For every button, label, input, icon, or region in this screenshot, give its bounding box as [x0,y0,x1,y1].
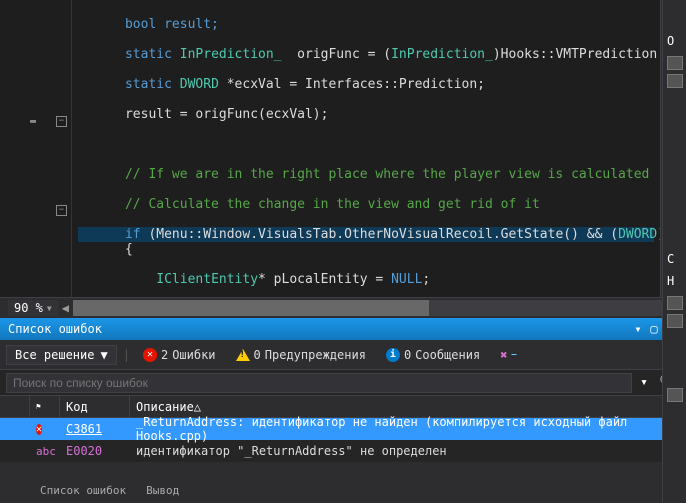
collapsed-panel-icon[interactable] [667,296,683,310]
zoom-value: 90 % [14,301,43,315]
code-token: * pLocalEntity = [258,272,391,287]
code-comment: // If we are in the right place where th… [125,167,649,182]
error-description: _ReturnAddress: идентификатор не найден … [130,413,686,445]
fold-toggle[interactable]: − [56,205,67,216]
scroll-left-icon[interactable]: ◀ [62,301,69,315]
warn-count: 0 [254,348,261,362]
horizontal-scrollbar[interactable] [73,300,667,316]
col-code[interactable]: Код [60,396,130,417]
collapsed-panel-icon[interactable] [667,314,683,328]
col-code-label: Код [66,400,88,414]
code-token: if [125,227,141,242]
info-icon: i [386,348,400,362]
collapsed-panel[interactable]: С [663,248,686,270]
info-count: 0 [404,348,411,362]
separator: | [123,348,130,362]
info-label: Сообщения [415,348,480,362]
messages-filter[interactable]: i0 Сообщения [379,345,487,365]
code-token: origFunc = ( [282,47,392,62]
error-icon: ✕ [143,348,157,362]
error-description: идентификатор "_ReturnAddress" не опреде… [130,442,686,460]
code-token: static [125,47,180,62]
error-grid-body: ✕ C3861 _ReturnAddress: идентификатор не… [0,418,686,462]
scrollbar-thumb[interactable] [73,300,429,316]
right-sidebar: O С Н [662,0,686,503]
build-intellisense-filter[interactable]: ✖⎯ [493,345,523,365]
error-code: E0020 [66,444,102,458]
warn-label: Предупреждения [265,348,366,362]
intellisense-icon: abc [36,445,56,458]
col-desc-label: Описание [136,400,194,414]
code-token: DWORD [180,77,219,92]
bottom-tab-bar: Список ошибок Вывод [0,481,189,503]
warning-icon [236,349,250,361]
breakpoint-margin[interactable]: ▬ [30,116,36,127]
tab-error-list[interactable]: Список ошибок [30,481,136,503]
collapsed-panel-icon[interactable] [667,74,683,88]
pin-icon[interactable]: ▢ [646,322,662,336]
error-code-link[interactable]: C3861 [66,422,102,436]
sort-icon: △ [194,400,201,414]
error-list-toolbar: Все решение ▼ | ✕ 2 Ошибки 0 Предупреждени… [0,340,686,370]
code-token: InPrediction_ [180,47,282,62]
code-token: InPrediction_ [391,47,493,62]
editor-footer: 90 %▼ ◀ ▶ [0,298,686,318]
panel-title: Список ошибок [8,322,630,336]
collapsed-panel-icon[interactable] [667,388,683,402]
code-token: result = origFunc(ecxVal); [125,107,329,122]
tab-output[interactable]: Вывод [136,481,189,503]
scope-label: Все решение [15,348,94,362]
error-list-header: Список ошибок ▾ ▢ ✕ [0,318,686,340]
code-token: (Menu::Window.VisualsTab.OtherNoVisualRe… [141,227,618,242]
fold-toggle[interactable]: − [56,116,67,127]
collapsed-panel[interactable]: O [663,30,686,52]
window-position-icon[interactable]: ▾ [630,322,646,336]
search-dropdown-icon[interactable]: ▾ [632,375,656,390]
col-icon[interactable] [0,396,30,417]
code-token: { [125,242,133,257]
errors-filter[interactable]: ✕ 2 Ошибки [136,345,223,365]
col-type[interactable]: ⚑ [30,396,60,417]
code-comment: // Calculate the change in the view and … [125,197,540,212]
collapsed-panel-icon[interactable] [667,56,683,70]
code-token: )Hooks::VMTPrediction.GetOriginalFunct [493,47,660,62]
errors-label: Ошибки [172,348,215,362]
code-content[interactable]: bool result; static InPrediction_ origFu… [72,0,660,297]
zoom-dropdown[interactable]: 90 % ▼ [8,300,58,316]
code-editor[interactable]: − − ▬ bool result; static InPrediction_ … [0,0,686,298]
scope-dropdown[interactable]: Все решение ▼ [6,345,117,365]
errors-count: 2 [161,348,168,362]
code-token: *ecxVal = Interfaces::Prediction; [219,77,485,92]
editor-gutter: − − ▬ [0,0,72,297]
code-token: static [125,77,180,92]
code-token: NULL [391,272,422,287]
warnings-filter[interactable]: 0 Предупреждения [229,345,373,365]
error-search-bar: ▾ 🔍 [0,370,686,396]
error-row[interactable]: abc E0020 идентификатор "_ReturnAddress"… [0,440,686,462]
code-token: ; [422,272,430,287]
error-search-input[interactable] [6,373,632,393]
chevron-down-icon: ▼ [100,348,107,362]
chevron-down-icon: ▼ [47,304,52,313]
code-token: IClientEntity [156,272,258,287]
error-row[interactable]: ✕ C3861 _ReturnAddress: идентификатор не… [0,418,686,440]
collapsed-panel[interactable]: Н [663,270,686,292]
error-icon: ✕ [36,424,42,435]
code-token: DWORD [618,227,657,242]
code-token: bool result; [125,17,219,32]
